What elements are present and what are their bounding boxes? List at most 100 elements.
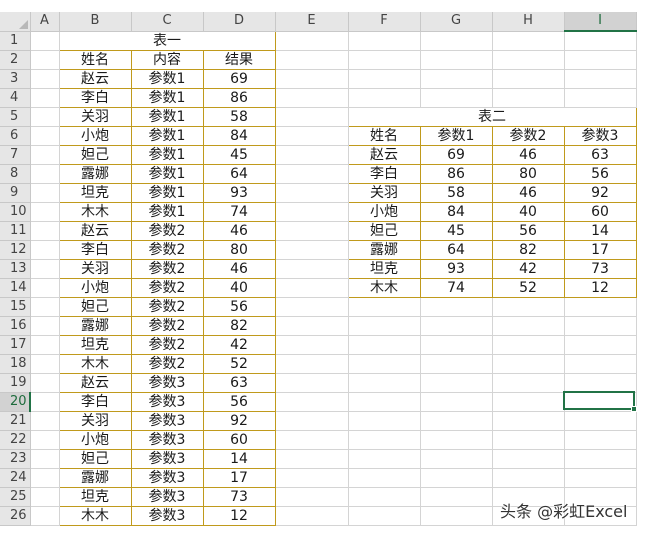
cell-e2[interactable]: [275, 50, 349, 70]
cell-f26[interactable]: [348, 506, 421, 526]
table2-cell[interactable]: 56: [491, 220, 565, 241]
cell-h16[interactable]: [492, 316, 565, 336]
column-header-a[interactable]: A: [30, 12, 60, 32]
cell-i15[interactable]: [564, 297, 637, 317]
table2-cell[interactable]: 坦克: [347, 258, 421, 279]
column-header-c[interactable]: C: [131, 12, 204, 32]
cell-e16[interactable]: [275, 316, 349, 336]
table1-cell[interactable]: 参数3: [130, 372, 204, 393]
cell-g3[interactable]: [420, 69, 493, 89]
table2-cell[interactable]: 82: [491, 239, 565, 260]
cell-h1[interactable]: [492, 31, 565, 51]
table1-cell[interactable]: 73: [202, 486, 276, 507]
row-header-7[interactable]: 7: [0, 145, 31, 165]
cell-e19[interactable]: [275, 373, 349, 393]
cell-e4[interactable]: [275, 88, 349, 108]
table2-cell[interactable]: 52: [491, 277, 565, 298]
row-header-16[interactable]: 16: [0, 316, 31, 336]
table1-cell[interactable]: 小炮: [58, 125, 132, 146]
table2-cell[interactable]: 56: [563, 163, 637, 184]
table1-header[interactable]: 内容: [130, 49, 204, 70]
row-header-9[interactable]: 9: [0, 183, 31, 203]
column-header-i[interactable]: I: [564, 12, 637, 32]
cell-e18[interactable]: [275, 354, 349, 374]
cell-a16[interactable]: [30, 316, 60, 336]
row-header-1[interactable]: 1: [0, 31, 31, 51]
table1-cell[interactable]: 露娜: [58, 315, 132, 336]
cell-i20[interactable]: [564, 392, 637, 412]
cell-e26[interactable]: [275, 506, 349, 526]
cell-e15[interactable]: [275, 297, 349, 317]
cell-a17[interactable]: [30, 335, 60, 355]
cell-h19[interactable]: [492, 373, 565, 393]
select-all-corner[interactable]: [0, 12, 31, 32]
table2-cell[interactable]: 58: [419, 182, 493, 203]
table1-cell[interactable]: 参数1: [130, 144, 204, 165]
table1-cell[interactable]: 小炮: [58, 277, 132, 298]
cell-f23[interactable]: [348, 449, 421, 469]
cell-g1[interactable]: [420, 31, 493, 51]
table1-cell[interactable]: 参数1: [130, 201, 204, 222]
cell-h2[interactable]: [492, 50, 565, 70]
cell-g20[interactable]: [420, 392, 493, 412]
cell-g25[interactable]: [420, 487, 493, 507]
column-header-b[interactable]: B: [59, 12, 132, 32]
table1-cell[interactable]: 木木: [58, 505, 132, 526]
table1-cell[interactable]: 12: [202, 505, 276, 526]
table1-title[interactable]: 表一: [58, 30, 276, 51]
row-header-21[interactable]: 21: [0, 411, 31, 431]
table2-cell[interactable]: 80: [491, 163, 565, 184]
table2-cell[interactable]: 63: [563, 144, 637, 165]
cell-a3[interactable]: [30, 69, 60, 89]
cell-e12[interactable]: [275, 240, 349, 260]
cell-i2[interactable]: [564, 50, 637, 70]
table1-cell[interactable]: 52: [202, 353, 276, 374]
table2-cell[interactable]: 46: [491, 144, 565, 165]
table1-cell[interactable]: 李白: [58, 239, 132, 260]
row-header-25[interactable]: 25: [0, 487, 31, 507]
cell-a5[interactable]: [30, 107, 60, 127]
table1-cell[interactable]: 露娜: [58, 467, 132, 488]
table1-cell[interactable]: 关羽: [58, 258, 132, 279]
table1-cell[interactable]: 参数2: [130, 353, 204, 374]
cell-f17[interactable]: [348, 335, 421, 355]
cell-i23[interactable]: [564, 449, 637, 469]
table1-cell[interactable]: 关羽: [58, 106, 132, 127]
cell-a4[interactable]: [30, 88, 60, 108]
cell-g26[interactable]: [420, 506, 493, 526]
table1-cell[interactable]: 45: [202, 144, 276, 165]
cell-f24[interactable]: [348, 468, 421, 488]
table1-cell[interactable]: 参数1: [130, 182, 204, 203]
table1-cell[interactable]: 84: [202, 125, 276, 146]
cell-a14[interactable]: [30, 278, 60, 298]
cell-a24[interactable]: [30, 468, 60, 488]
table2-cell[interactable]: 木木: [347, 277, 421, 298]
table2-cell[interactable]: 69: [419, 144, 493, 165]
cell-h23[interactable]: [492, 449, 565, 469]
row-header-20[interactable]: 20: [0, 392, 31, 412]
table1-cell[interactable]: 56: [202, 296, 276, 317]
table2-cell[interactable]: 40: [491, 201, 565, 222]
row-header-8[interactable]: 8: [0, 164, 31, 184]
cell-a18[interactable]: [30, 354, 60, 374]
cell-g4[interactable]: [420, 88, 493, 108]
cell-a11[interactable]: [30, 221, 60, 241]
table1-cell[interactable]: 58: [202, 106, 276, 127]
cell-e1[interactable]: [275, 31, 349, 51]
table1-cell[interactable]: 60: [202, 429, 276, 450]
table1-cell[interactable]: 参数1: [130, 163, 204, 184]
cell-f3[interactable]: [348, 69, 421, 89]
table1-cell[interactable]: 关羽: [58, 410, 132, 431]
cell-f16[interactable]: [348, 316, 421, 336]
table1-cell[interactable]: 赵云: [58, 372, 132, 393]
fill-handle[interactable]: [631, 406, 637, 412]
row-header-23[interactable]: 23: [0, 449, 31, 469]
table1-cell[interactable]: 69: [202, 68, 276, 89]
table1-cell[interactable]: 李白: [58, 87, 132, 108]
cell-h4[interactable]: [492, 88, 565, 108]
row-header-13[interactable]: 13: [0, 259, 31, 279]
table1-cell[interactable]: 40: [202, 277, 276, 298]
table1-header[interactable]: 结果: [202, 49, 276, 70]
table1-cell[interactable]: 64: [202, 163, 276, 184]
cell-a9[interactable]: [30, 183, 60, 203]
